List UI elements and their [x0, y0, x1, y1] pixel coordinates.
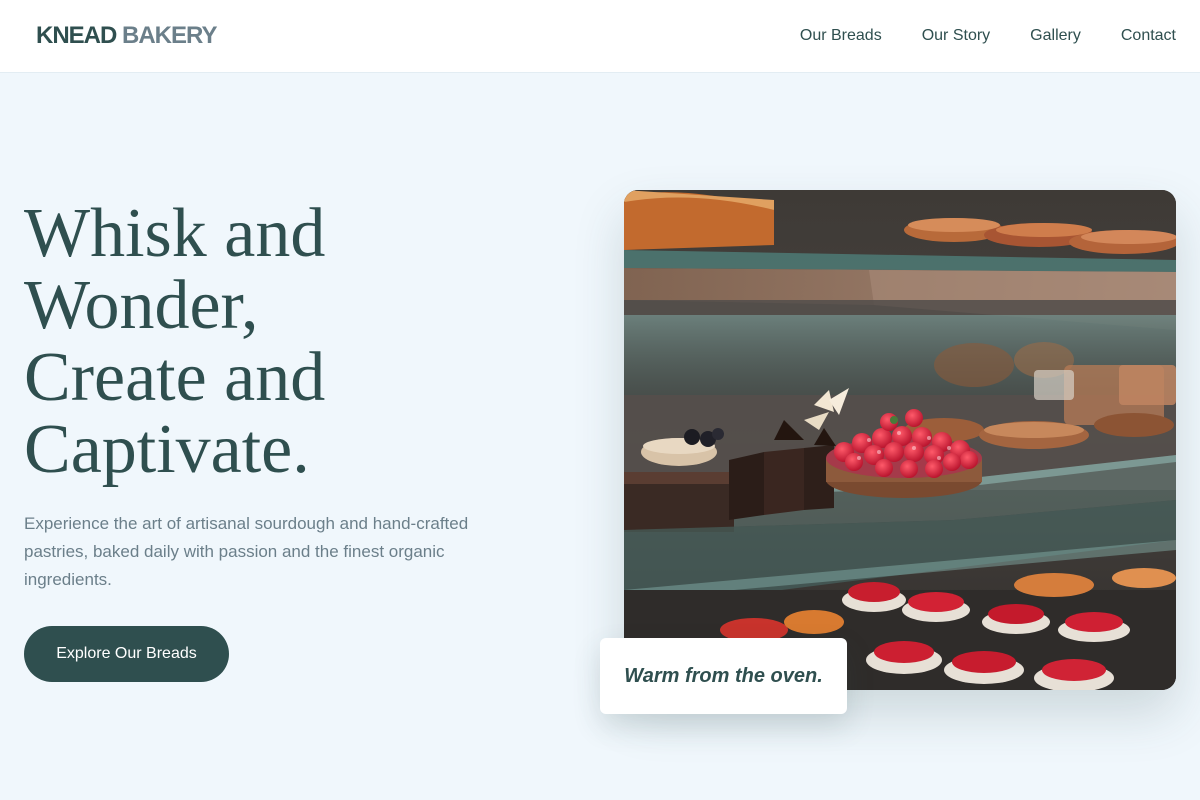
nav-link-gallery[interactable]: Gallery: [1030, 27, 1081, 45]
hero-title: Whisk and Wonder, Create and Captivate.: [24, 198, 564, 486]
explore-breads-button[interactable]: Explore Our Breads: [24, 626, 229, 682]
nav-link-our-story[interactable]: Our Story: [922, 27, 990, 45]
nav-link-contact[interactable]: Contact: [1121, 27, 1176, 45]
hero-description: Experience the art of artisanal sourdoug…: [24, 514, 469, 589]
logo-part-2: BAKERY: [122, 22, 217, 49]
hero-title-line-4: Captivate.: [24, 411, 310, 488]
nav-link-our-breads[interactable]: Our Breads: [800, 27, 882, 45]
hero-title-line-2: Wonder,: [24, 267, 259, 344]
hero-title-line-3: Create and: [24, 339, 326, 416]
image-caption: Warm from the oven.: [600, 638, 847, 714]
bakery-display-image: [624, 190, 1176, 690]
hero-title-line-1: Whisk and: [24, 195, 326, 272]
site-logo[interactable]: KNEAD BAKERY: [36, 22, 217, 49]
main-nav: Our Breads Our Story Gallery Contact: [800, 27, 1176, 45]
site-header: KNEAD BAKERY Our Breads Our Story Galler…: [0, 0, 1200, 73]
logo-part-1: KNEAD: [36, 22, 117, 49]
